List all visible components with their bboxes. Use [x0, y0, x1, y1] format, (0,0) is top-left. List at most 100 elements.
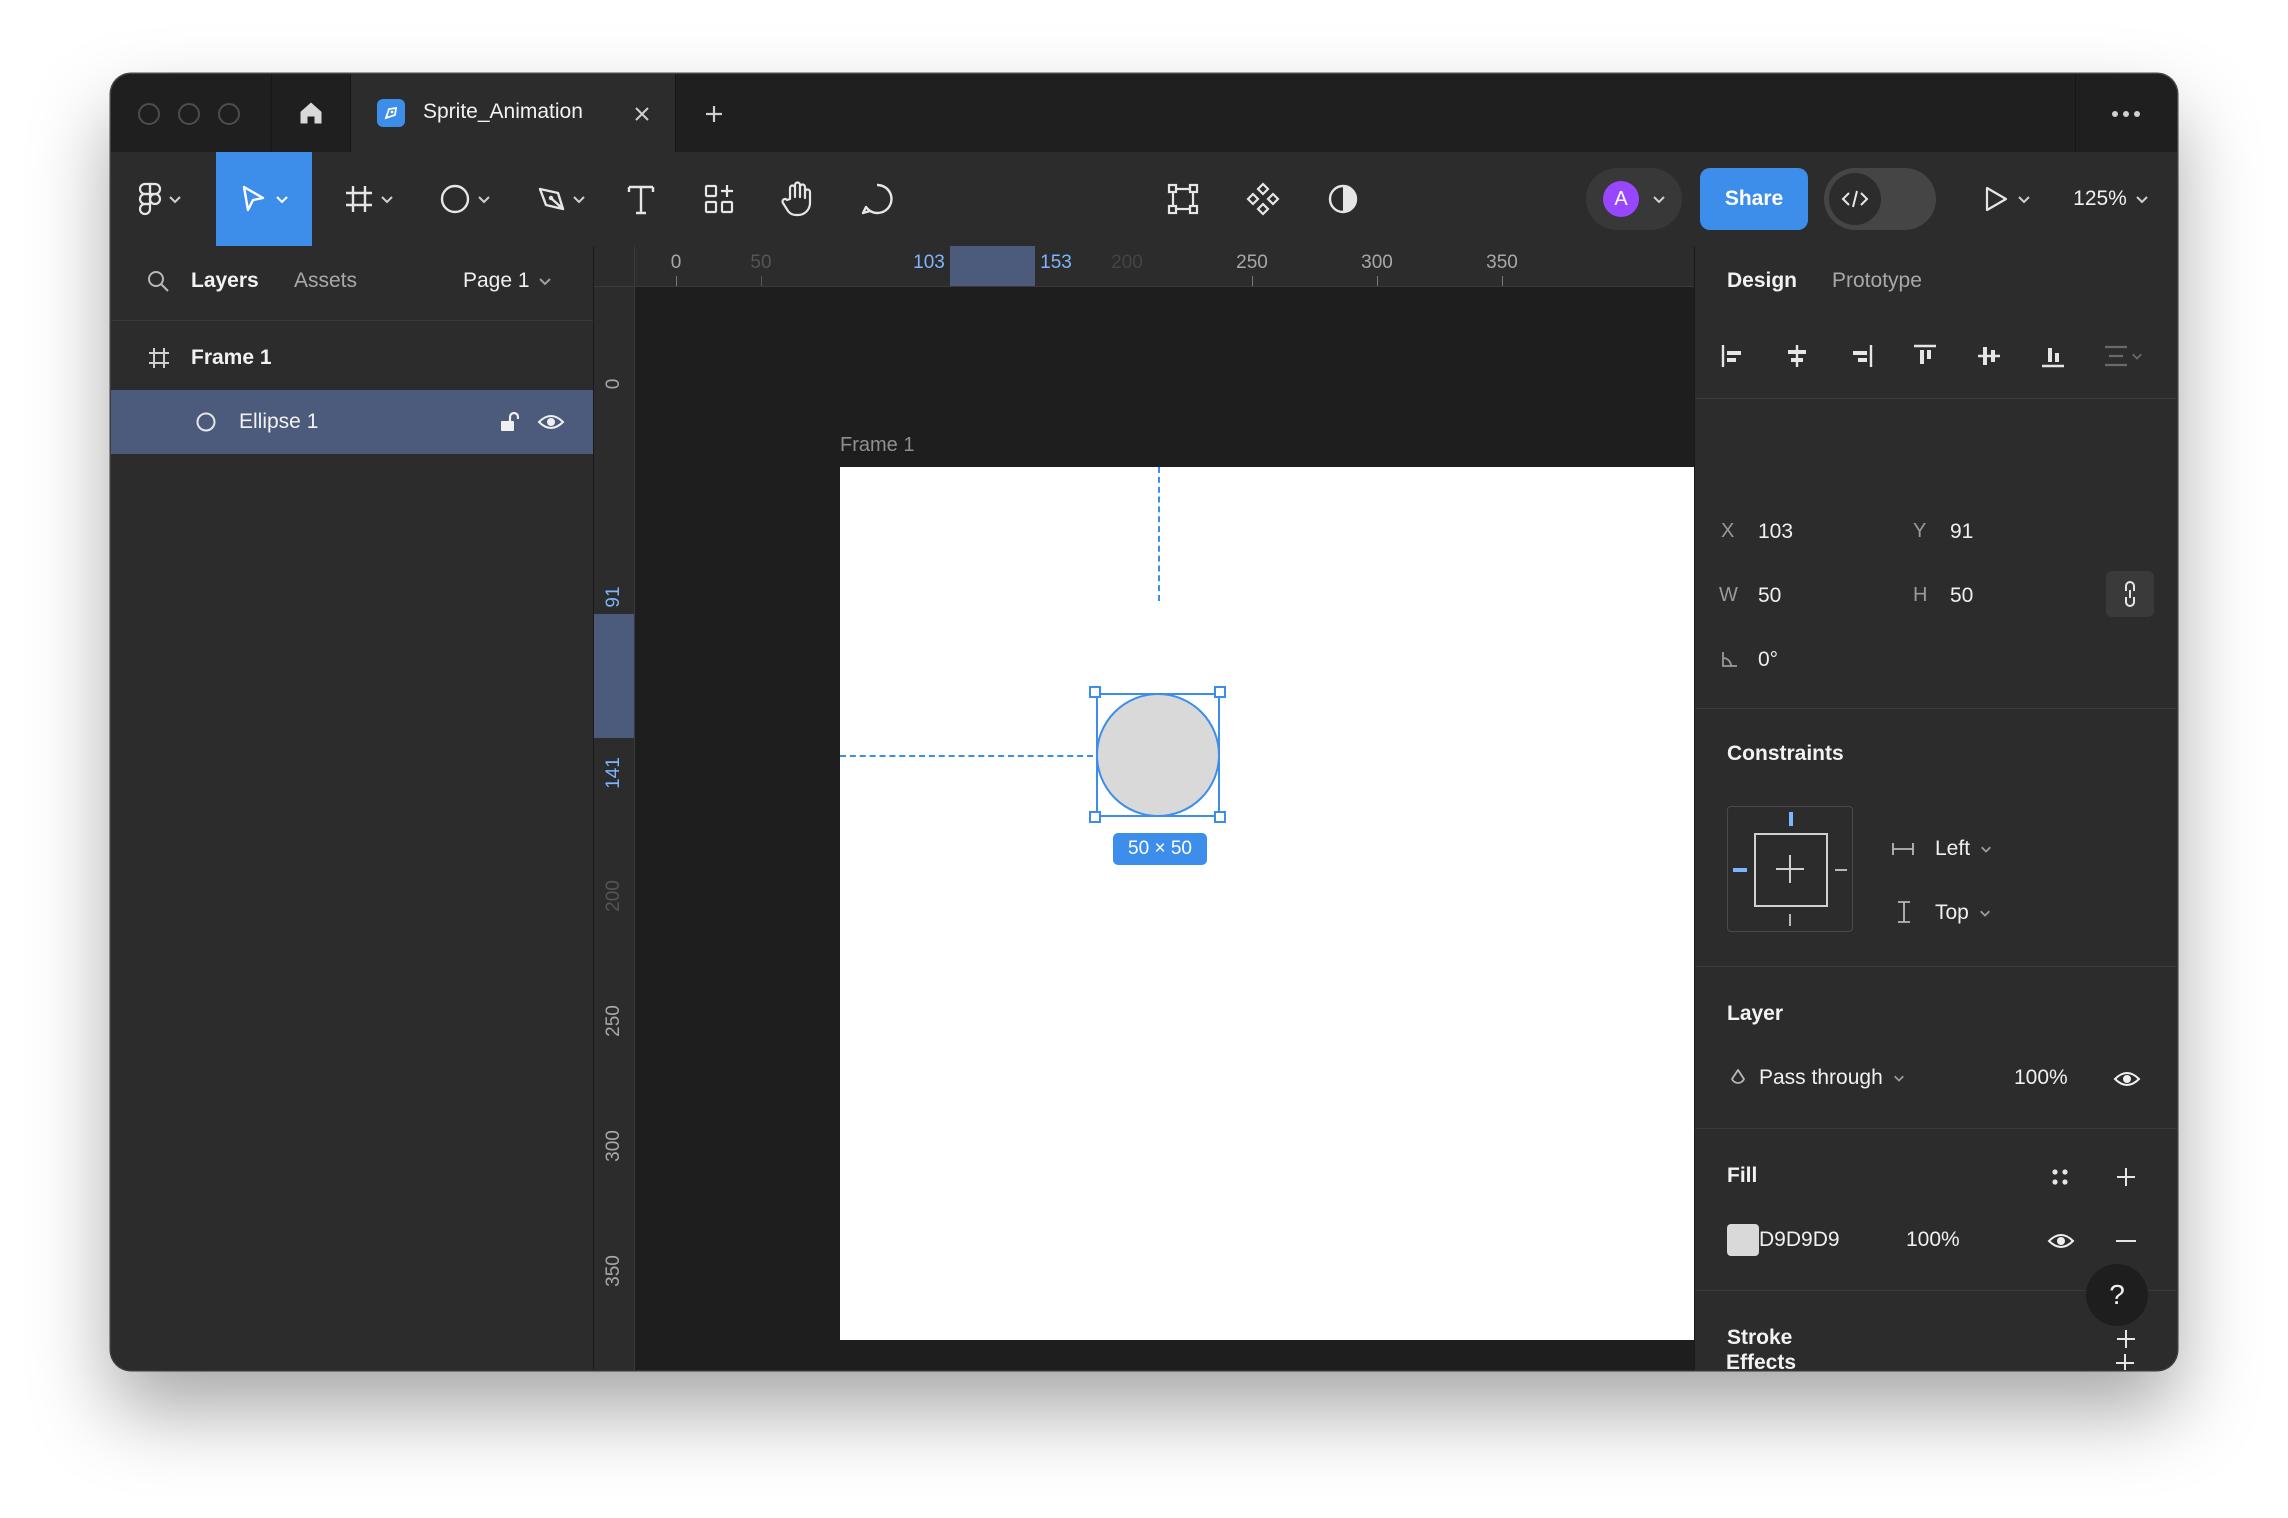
- zoom-menu-button[interactable]: 125%: [2061, 152, 2161, 246]
- resize-handle-se[interactable]: [1214, 811, 1226, 823]
- tab-design[interactable]: Design: [1727, 269, 1797, 293]
- design-panel: Design Prototype X 103 Y 91 W 50 H 50 0°…: [1694, 246, 2177, 1370]
- x-input[interactable]: 103: [1758, 520, 1793, 544]
- add-effect-button[interactable]: [2108, 1348, 2142, 1370]
- link-icon: [2125, 581, 2135, 607]
- remove-fill-button[interactable]: [2109, 1226, 2143, 1256]
- plus-icon: [2116, 1354, 2134, 1370]
- search-layers-button[interactable]: [143, 266, 173, 296]
- create-component-button[interactable]: [1235, 152, 1291, 246]
- fill-color-swatch[interactable]: [1727, 1224, 1759, 1256]
- horizontal-constraint-select[interactable]: Left: [1935, 834, 2045, 864]
- guide-left-distance: [840, 755, 1093, 757]
- pen-tool-button[interactable]: [523, 152, 599, 246]
- canvas-area[interactable]: 0 50 103 153 200 250 300 350 0 91 141 20…: [594, 246, 1694, 1370]
- dev-mode-toggle[interactable]: [1824, 168, 1936, 230]
- main-menu-button[interactable]: [125, 152, 195, 246]
- resize-handle-ne[interactable]: [1214, 686, 1226, 698]
- ruler-label: 300: [1361, 252, 1393, 273]
- new-tab-button[interactable]: [694, 94, 734, 134]
- align-vertical-center-button[interactable]: [1967, 334, 2011, 378]
- vertical-constraint-select[interactable]: Top: [1935, 898, 2045, 928]
- plus-icon: [706, 106, 722, 122]
- frame-1[interactable]: [840, 467, 1694, 1340]
- unlock-layer-button[interactable]: [495, 408, 523, 436]
- stroke-section-title: Stroke: [1727, 1326, 1793, 1349]
- fill-visibility-button[interactable]: [2043, 1226, 2079, 1256]
- add-fill-button[interactable]: [2109, 1160, 2143, 1194]
- rotation-input[interactable]: 0°: [1758, 648, 1778, 672]
- resources-button[interactable]: [691, 152, 747, 246]
- window-minimize-button[interactable]: [178, 103, 200, 125]
- blend-mode-select[interactable]: Pass through: [1759, 1062, 1949, 1094]
- distribute-icon: [2105, 345, 2127, 367]
- constraint-top-active[interactable]: [1789, 812, 1793, 826]
- page-selector[interactable]: Page 1: [463, 264, 573, 298]
- align-horizontal-center-button[interactable]: [1775, 334, 1819, 378]
- edit-object-button[interactable]: [1155, 152, 1211, 246]
- layer-section-title: Layer: [1727, 1002, 1784, 1025]
- multiplayer-pill[interactable]: A: [1586, 168, 1682, 230]
- comment-tool-button[interactable]: [849, 152, 905, 246]
- pen-icon: [538, 187, 565, 211]
- frame-hash-icon: [149, 348, 169, 368]
- layer-opacity-input[interactable]: 100%: [2014, 1066, 2068, 1090]
- present-button[interactable]: [1971, 152, 2043, 246]
- constraint-bottom[interactable]: [1789, 914, 1791, 926]
- file-tab[interactable]: Sprite_Animation: [350, 74, 676, 152]
- frame-tool-button[interactable]: [331, 152, 407, 246]
- resize-handle-sw[interactable]: [1089, 811, 1101, 823]
- fill-opacity-input[interactable]: 100%: [1906, 1228, 1960, 1252]
- tab-assets[interactable]: Assets: [294, 269, 357, 293]
- toggle-visibility-button[interactable]: [535, 408, 567, 436]
- horizontal-constraint-icon: [1892, 843, 1914, 855]
- vector-edit-icon: [1167, 183, 1199, 215]
- home-icon: [300, 102, 322, 124]
- constrain-proportions-button[interactable]: [2106, 571, 2154, 617]
- home-button[interactable]: [279, 92, 343, 134]
- share-button[interactable]: Share: [1700, 168, 1808, 230]
- frame-label[interactable]: Frame 1: [840, 434, 914, 457]
- constraint-right[interactable]: [1835, 869, 1847, 871]
- more-options-button[interactable]: [2101, 96, 2151, 132]
- layer-row-frame[interactable]: Frame 1: [111, 326, 593, 388]
- hand-tool-button[interactable]: [769, 152, 825, 246]
- layer-visibility-button[interactable]: [2109, 1064, 2145, 1094]
- chevron-down-icon: [1893, 1075, 1904, 1082]
- align-bottom-button[interactable]: [2031, 334, 2075, 378]
- constraint-left-active[interactable]: [1733, 868, 1747, 872]
- eye-icon: [2113, 1072, 2141, 1086]
- move-tool-button[interactable]: [216, 152, 312, 246]
- ruler-label: 350: [1486, 252, 1518, 273]
- help-button[interactable]: ?: [2086, 1264, 2148, 1326]
- align-right-button[interactable]: [1839, 334, 1883, 378]
- user-avatar[interactable]: A: [1603, 181, 1639, 217]
- ruler-label: 91: [603, 586, 624, 608]
- constraints-widget[interactable]: [1727, 806, 1853, 932]
- main-toolbar: A Share 125%: [111, 152, 2177, 247]
- hand-icon: [781, 181, 812, 217]
- window-close-button[interactable]: [138, 103, 160, 125]
- eye-icon: [2047, 1234, 2075, 1248]
- chevron-down-icon: [1653, 196, 1665, 204]
- close-tab-button[interactable]: [627, 99, 657, 129]
- fill-hex-input[interactable]: D9D9D9: [1759, 1228, 1840, 1252]
- resize-handle-nw[interactable]: [1089, 686, 1101, 698]
- ruler-label: 50: [750, 252, 772, 273]
- y-input[interactable]: 91: [1950, 520, 1973, 544]
- distribute-menu-button[interactable]: [2095, 334, 2151, 378]
- shape-tool-button[interactable]: [427, 152, 503, 246]
- file-tab-title: Sprite_Animation: [423, 100, 583, 123]
- text-tool-button[interactable]: [613, 152, 669, 246]
- width-input[interactable]: 50: [1758, 584, 1781, 608]
- align-top-button[interactable]: [1903, 334, 1947, 378]
- layer-row-ellipse[interactable]: Ellipse 1: [111, 390, 593, 454]
- align-left-button[interactable]: [1711, 334, 1755, 378]
- mask-button[interactable]: [1315, 152, 1371, 246]
- fill-styles-button[interactable]: [2043, 1160, 2077, 1194]
- height-input[interactable]: 50: [1950, 584, 1973, 608]
- window-zoom-button[interactable]: [218, 103, 240, 125]
- tab-prototype[interactable]: Prototype: [1832, 269, 1922, 293]
- tab-layers[interactable]: Layers: [191, 269, 259, 293]
- align-left-icon: [1721, 345, 1741, 367]
